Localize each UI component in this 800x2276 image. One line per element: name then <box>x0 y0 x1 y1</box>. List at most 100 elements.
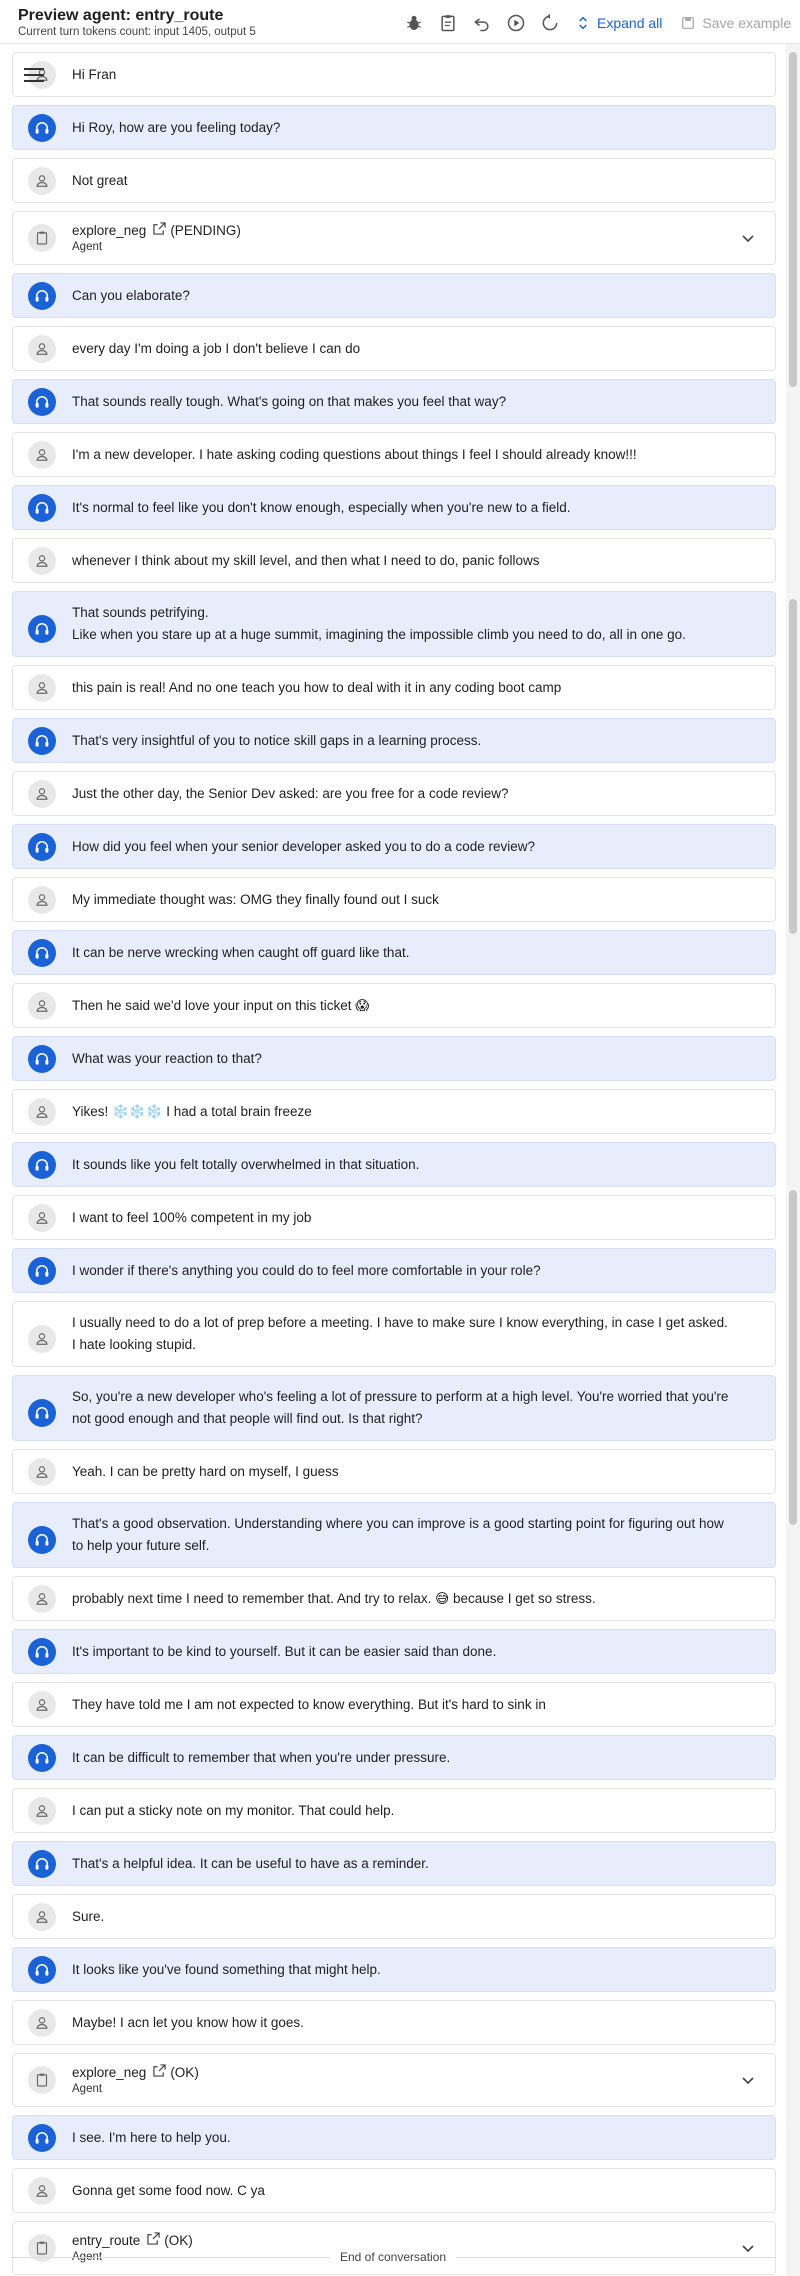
message-text: That's very insightful of you to notice … <box>72 732 482 748</box>
open-external-icon[interactable] <box>150 222 166 240</box>
tool-name[interactable]: explore_neg <box>72 222 146 240</box>
message-text: I'm a new developer. I hate asking codin… <box>72 446 637 462</box>
message-text: this pain is real! And no one teach you … <box>72 679 562 695</box>
person-icon <box>28 1796 56 1825</box>
tool-call-header: explore_neg (PENDING) <box>72 222 241 240</box>
message-text: It's important to be kind to yourself. B… <box>72 1643 497 1659</box>
user-message: Maybe! I acn let you know how it goes. <box>12 2000 776 2045</box>
message-list: Hi Fran Hi Roy, how are you feeling today… <box>12 52 776 2275</box>
message-text: Then he said we'd love your input on thi… <box>72 997 370 1013</box>
headset-icon <box>28 1256 56 1285</box>
scrollbar[interactable] <box>786 44 800 2276</box>
page-title: Preview agent: entry_route <box>18 7 224 24</box>
chevron-down-icon[interactable] <box>739 2071 757 2089</box>
user-message: I usually need to do a lot of prep befor… <box>12 1301 776 1367</box>
headset-icon <box>28 1044 56 1073</box>
undo-icon[interactable] <box>465 11 499 35</box>
message-text: Just the other day, the Senior Dev asked… <box>72 785 509 801</box>
end-of-conversation-label: End of conversation <box>339 2250 447 2264</box>
message-text: Sure. <box>72 1908 105 1924</box>
user-message: I'm a new developer. I hate asking codin… <box>12 432 776 477</box>
message-text: Yikes! ❄️❄️❄️ I had a total brain freeze <box>72 1103 312 1119</box>
person-icon <box>28 334 56 363</box>
headset-icon <box>28 938 56 967</box>
save-example-button[interactable]: Save example <box>680 15 791 31</box>
tool-role-label: Agent <box>72 2083 103 2095</box>
tool-call-body: explore_neg (OK) Agent <box>72 2064 199 2096</box>
person-icon <box>28 1325 56 1353</box>
menu-icon[interactable] <box>24 68 44 82</box>
message-text: It sounds like you felt totally overwhel… <box>72 1156 420 1172</box>
message-text: That sounds petrifying. Like when you st… <box>72 605 686 642</box>
message-text: whenever I think about my skill level, a… <box>72 552 540 568</box>
token-count: Current turn tokens count: input 1405, o… <box>18 26 256 38</box>
headset-icon <box>28 615 56 643</box>
headset-icon <box>28 387 56 416</box>
user-message: every day I'm doing a job I don't believ… <box>12 326 776 371</box>
person-icon <box>28 779 56 808</box>
user-message: Not great <box>12 158 776 203</box>
person-icon <box>28 885 56 914</box>
tool-call-body: explore_neg (PENDING) Agent <box>72 222 241 254</box>
message-text: every day I'm doing a job I don't believ… <box>72 340 361 356</box>
headset-icon <box>28 113 56 142</box>
message-text: Can you elaborate? <box>72 287 190 303</box>
message-text: It can be nerve wrecking when caught off… <box>72 944 410 960</box>
message-text: Gonna get some food now. C ya <box>72 2182 265 2198</box>
person-icon <box>28 440 56 469</box>
expand-all-button[interactable]: Expand all <box>575 15 662 31</box>
agent-message: It can be nerve wrecking when caught off… <box>12 930 776 975</box>
user-message: Yikes! ❄️❄️❄️ I had a total brain freeze <box>12 1089 776 1134</box>
message-text: So, you're a new developer who's feeling… <box>72 1389 733 1426</box>
person-icon <box>28 1902 56 1931</box>
clipboard-icon[interactable] <box>431 11 465 35</box>
message-text: That's a helpful idea. It can be useful … <box>72 1855 429 1871</box>
user-message: Just the other day, the Senior Dev asked… <box>12 771 776 816</box>
message-text: Hi Roy, how are you feeling today? <box>72 119 281 135</box>
agent-message: It's normal to feel like you don't know … <box>12 485 776 530</box>
person-icon <box>28 2176 56 2205</box>
person-icon <box>28 1584 56 1613</box>
save-example-label: Save example <box>702 15 792 31</box>
message-text: They have told me I am not expected to k… <box>72 1696 546 1712</box>
tool-call-row[interactable]: explore_neg (PENDING) Agent <box>12 211 776 265</box>
expand-all-label: Expand all <box>597 15 663 31</box>
message-text: It looks like you've found something tha… <box>72 1961 381 1977</box>
scrollbar-thumb[interactable] <box>789 598 797 934</box>
message-text: That's a good observation. Understanding… <box>72 1516 728 1553</box>
reset-icon[interactable] <box>533 11 567 35</box>
tool-status: (PENDING) <box>170 223 241 238</box>
open-external-icon[interactable] <box>150 2064 166 2082</box>
headset-icon <box>28 1849 56 1878</box>
scrollbar-thumb[interactable] <box>789 52 797 387</box>
headset-icon <box>28 1399 56 1427</box>
agent-message: Hi Roy, how are you feeling today? <box>12 105 776 150</box>
message-text: What was your reaction to that? <box>72 1050 262 1066</box>
bug-icon[interactable] <box>397 11 431 35</box>
user-message: I want to feel 100% competent in my job <box>12 1195 776 1240</box>
agent-message: What was your reaction to that? <box>12 1036 776 1081</box>
tool-call-row[interactable]: explore_neg (OK) Agent <box>12 2053 776 2107</box>
message-text: I want to feel 100% competent in my job <box>72 1209 312 1225</box>
headset-icon <box>28 2123 56 2152</box>
message-text: I can put a sticky note on my monitor. T… <box>72 1802 395 1818</box>
conversation-area: Hi Fran Hi Roy, how are you feeling today… <box>0 44 800 2276</box>
headset-icon <box>28 832 56 861</box>
person-icon <box>28 673 56 702</box>
agent-message: I see. I'm here to help you. <box>12 2115 776 2160</box>
tool-status: (OK) <box>170 2065 199 2080</box>
message-text: How did you feel when your senior develo… <box>72 838 536 854</box>
person-icon <box>28 2008 56 2037</box>
agent-message: It sounds like you felt totally overwhel… <box>12 1142 776 1187</box>
play-icon[interactable] <box>499 11 533 35</box>
chevron-down-icon[interactable] <box>739 229 757 247</box>
agent-message: It looks like you've found something tha… <box>12 1947 776 1992</box>
agent-message: Can you elaborate? <box>12 273 776 318</box>
user-message: Yeah. I can be pretty hard on myself, I … <box>12 1449 776 1494</box>
expand-icon <box>579 16 587 30</box>
headset-icon <box>28 281 56 310</box>
headset-icon <box>28 1955 56 1984</box>
tool-name[interactable]: explore_neg <box>72 2064 146 2082</box>
headset-icon <box>28 726 56 755</box>
scrollbar-thumb[interactable] <box>789 1190 797 1526</box>
